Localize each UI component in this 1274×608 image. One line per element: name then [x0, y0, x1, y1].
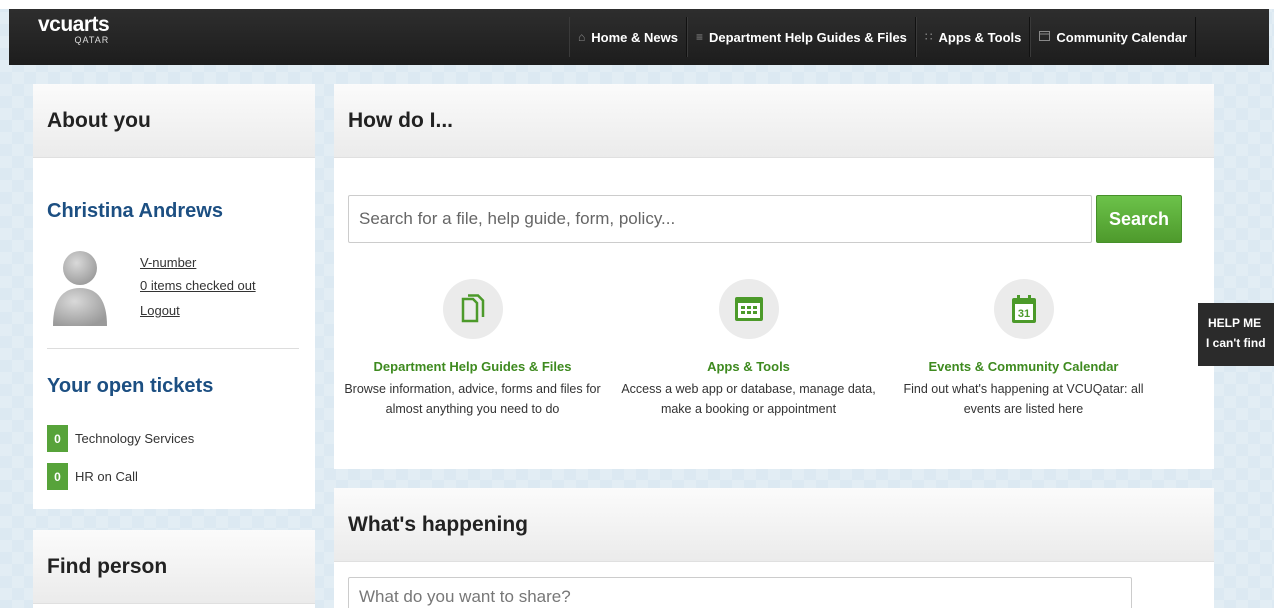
ticket-count-badge: 0 [47, 463, 68, 490]
feature-apps-tools: Apps & Tools Access a web app or databas… [616, 279, 881, 419]
logout-link[interactable]: Logout [140, 299, 256, 322]
ticket-technology-services[interactable]: 0 Technology Services [47, 425, 194, 452]
feature-title[interactable]: Apps & Tools [616, 359, 881, 374]
search-input[interactable] [348, 195, 1092, 243]
list-icon: ≡ [695, 30, 703, 44]
logo-sub-text: QATAR [74, 35, 110, 45]
nav-community-calendar[interactable]: Community Calendar [1030, 17, 1197, 57]
help-tab-line1: HELP ME [1208, 316, 1262, 330]
nav-home-news-label: Home & News [591, 29, 678, 45]
feature-title[interactable]: Department Help Guides & Files [340, 359, 605, 374]
divider [47, 348, 299, 349]
top-strip [0, 0, 1274, 9]
feature-description: Browse information, advice, forms and fi… [344, 382, 601, 416]
find-person-panel: Find person [33, 530, 315, 608]
help-tab-line2: I can't find [1206, 336, 1266, 350]
avatar [51, 246, 109, 326]
how-do-i-panel: How do I... Search Department Help Guide… [334, 84, 1214, 469]
feature-description: Find out what's happening at VCUQatar: a… [903, 382, 1144, 416]
feature-description: Access a web app or database, manage dat… [621, 382, 876, 416]
feature-events-calendar: 31 Events & Community Calendar Find out … [891, 279, 1156, 419]
open-tickets-title: Your open tickets [47, 375, 214, 397]
logo-main-text: vcuarts [38, 13, 110, 36]
how-do-i-title: How do I... [334, 84, 1214, 158]
about-you-title: About you [33, 84, 315, 158]
nav-community-calendar-label: Community Calendar [1056, 29, 1188, 45]
share-input[interactable] [348, 577, 1132, 608]
apps-window-icon[interactable] [718, 279, 779, 339]
whats-happening-panel: What's happening [334, 488, 1214, 608]
nav-home-news[interactable]: ⌂ Home & News [569, 17, 687, 57]
whats-happening-title: What's happening [334, 488, 1214, 562]
ticket-count-badge: 0 [47, 425, 68, 452]
nav-department-help[interactable]: ≡ Department Help Guides & Files [686, 17, 916, 57]
top-navbar: vcuarts QATAR ⌂ Home & News ≡ Department… [9, 9, 1269, 65]
files-icon[interactable] [442, 279, 503, 339]
nav-department-help-label: Department Help Guides & Files [708, 29, 907, 45]
user-links: V-number 0 items checked out Logout [140, 251, 256, 322]
calendar-31-icon[interactable]: 31 [993, 279, 1054, 339]
feature-title[interactable]: Events & Community Calendar [891, 359, 1156, 374]
home-icon: ⌂ [578, 30, 586, 44]
calendar-icon [1039, 30, 1051, 44]
about-you-panel: About you Christina Andrews V-number 0 i… [33, 84, 315, 509]
help-me-tab[interactable]: HELP ME I can't find [1198, 303, 1274, 366]
ticket-label: HR on Call [75, 469, 138, 484]
nav-apps-tools[interactable]: ∷ Apps & Tools [915, 17, 1031, 57]
find-person-title: Find person [33, 530, 315, 604]
user-name: Christina Andrews [47, 200, 223, 222]
calendar-day-text: 31 [1017, 308, 1029, 320]
ticket-hr-on-call[interactable]: 0 HR on Call [47, 463, 138, 490]
items-checked-out-link[interactable]: 0 items checked out [140, 274, 256, 297]
main-nav: ⌂ Home & News ≡ Department Help Guides &… [569, 17, 1197, 57]
search-button[interactable]: Search [1096, 195, 1182, 243]
nav-apps-tools-label: Apps & Tools [938, 29, 1022, 45]
grid-icon: ∷ [924, 30, 933, 44]
feature-department-help: Department Help Guides & Files Browse in… [340, 279, 605, 419]
vcuarts-logo[interactable]: vcuarts QATAR [38, 13, 110, 46]
v-number-link[interactable]: V-number [140, 251, 256, 274]
ticket-label: Technology Services [75, 431, 195, 446]
